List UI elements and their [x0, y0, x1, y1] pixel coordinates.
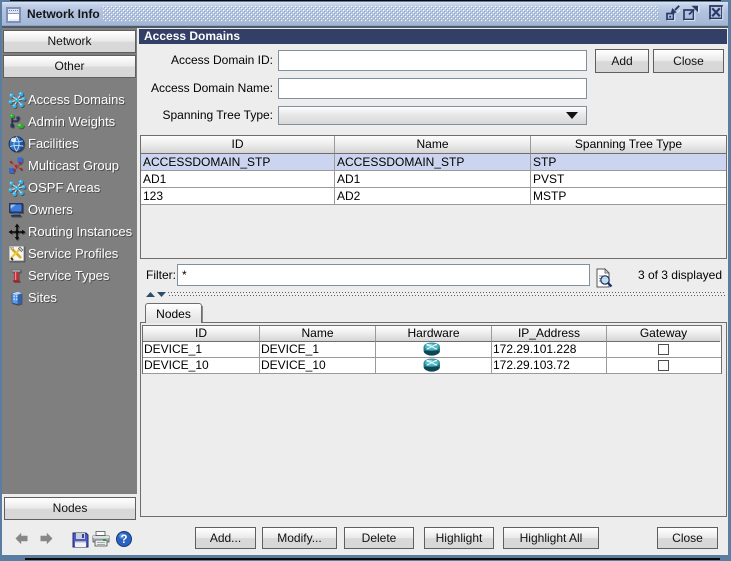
svg-text:?: ?	[120, 534, 127, 546]
